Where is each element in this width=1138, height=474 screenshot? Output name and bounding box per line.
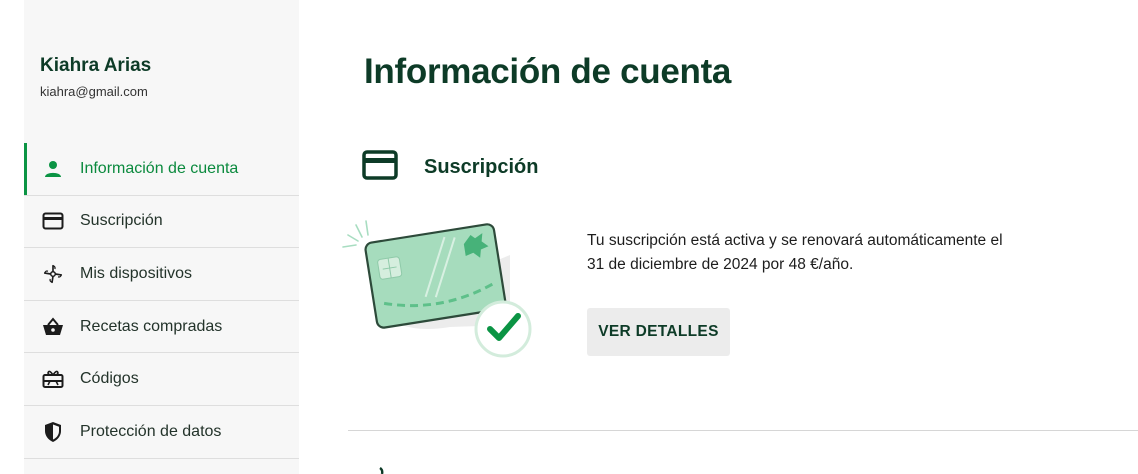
section-divider [348, 430, 1138, 431]
sidebar-item-purchased-recipes[interactable]: Recetas compradas [24, 301, 299, 354]
devices-icon [42, 263, 64, 285]
sidebar-item-label: Recetas compradas [80, 317, 223, 335]
sidebar-item-label: Mis dispositivos [80, 264, 193, 282]
credit-card-icon [42, 210, 64, 232]
person-icon [42, 158, 64, 180]
section-title: Suscripción [424, 155, 539, 178]
view-details-button[interactable]: VER DETALLES [587, 308, 730, 356]
devices-icon [370, 464, 394, 474]
subscription-section-header: Suscripción [362, 150, 538, 184]
user-email: kiahra@gmail.com [40, 84, 148, 99]
shield-icon [42, 421, 64, 443]
page-title: Información de cuenta [364, 52, 732, 91]
sidebar-item-account-info[interactable]: Información de cuenta [24, 143, 299, 196]
sidebar-item-codes[interactable]: Códigos [24, 353, 299, 406]
sidebar-item-label: Protección de datos [80, 422, 222, 440]
sidebar-item-label: Suscripción [80, 212, 163, 230]
user-name: Kiahra Arias [40, 55, 152, 76]
sidebar-item-label: Códigos [80, 370, 139, 388]
basket-icon [42, 316, 64, 338]
sidebar: Kiahra Arias kiahra@gmail.com Informació… [24, 0, 299, 474]
credit-card-icon [362, 150, 398, 184]
sidebar-item-subscription[interactable]: Suscripción [24, 196, 299, 249]
main-content: Información de cuenta Suscripción Tu sus… [300, 0, 1138, 474]
subscription-card-illustration [340, 215, 540, 363]
sidebar-item-data-protection[interactable]: Protección de datos [24, 406, 299, 459]
gift-card-icon [42, 368, 64, 390]
subscription-status-text: Tu suscripción está activa y se renovará… [587, 232, 1003, 273]
sidebar-item-devices[interactable]: Mis dispositivos [24, 248, 299, 301]
sidebar-item-label: Información de cuenta [80, 159, 239, 177]
sidebar-nav: Información de cuenta Suscripción Mis di… [24, 143, 299, 459]
